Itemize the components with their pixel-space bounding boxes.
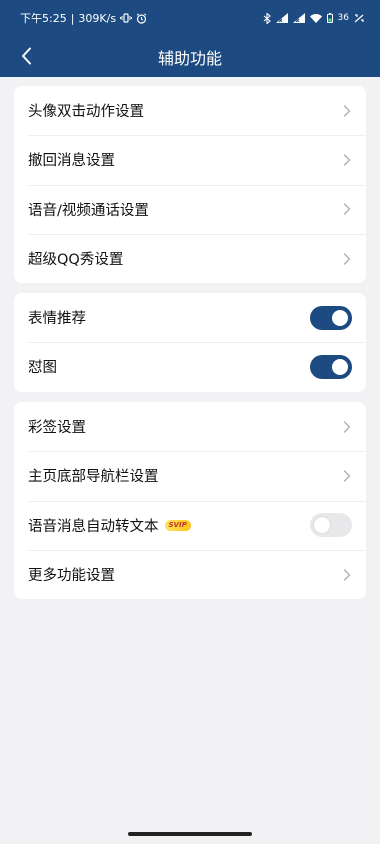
status-divider: | — [70, 11, 75, 25]
vibrate-icon — [120, 13, 133, 23]
avatar-double-tap-settings-row[interactable]: 头像双击动作设置 — [14, 86, 366, 135]
emoji-recommend-toggle[interactable] — [310, 305, 352, 330]
row-label: 主页底部导航栏设置 — [28, 469, 159, 486]
row-label: 头像双击动作设置 — [28, 104, 144, 121]
row-label: 语音消息自动转文本 — [28, 518, 159, 535]
status-time: 下午5:25 — [20, 12, 67, 25]
row-label: 更多功能设置 — [28, 568, 115, 585]
signal-icon-2 — [292, 13, 305, 23]
meme-reply-row: 怼图 — [14, 342, 366, 391]
row-label: 超级QQ秀设置 — [28, 252, 124, 269]
voice-to-text-toggle[interactable] — [310, 513, 352, 538]
battery-icon — [326, 13, 333, 23]
super-qq-show-settings-row[interactable]: 超级QQ秀设置 — [14, 233, 366, 283]
settings-card-general: 头像双击动作设置 撤回消息设置 语音/视频通话设置 超级QQ秀设置 — [14, 86, 366, 284]
voice-to-text-row: 语音消息自动转文本 SVIP — [14, 500, 366, 550]
navigation-bar: 辅助功能 — [0, 36, 380, 77]
page-title: 辅助功能 — [157, 48, 222, 68]
chevron-right-icon — [343, 420, 351, 433]
chevron-right-icon — [343, 568, 351, 581]
settings-card-more: 彩签设置 主页底部导航栏设置 语音消息自动转文本 SVIP 更多功能设置 — [14, 402, 366, 600]
more-features-settings-row[interactable]: 更多功能设置 — [14, 549, 366, 599]
back-arrow-icon — [21, 47, 31, 65]
bottom-nav-settings-row[interactable]: 主页底部导航栏设置 — [14, 451, 366, 500]
status-bar: 下午5:25 | 309K/s 36 — [0, 0, 380, 36]
row-label: 语音/视频通话设置 — [28, 202, 149, 219]
row-label-with-badge: 语音消息自动转文本 SVIP — [28, 515, 310, 536]
recall-message-settings-row[interactable]: 撤回消息设置 — [14, 135, 366, 184]
chevron-right-icon — [343, 470, 351, 482]
chevron-right-icon — [343, 104, 351, 117]
status-right: 36 — [263, 12, 364, 24]
toggle-knob — [332, 309, 348, 326]
chevron-right-icon — [343, 154, 351, 166]
hd-icon — [354, 13, 364, 22]
toggle-knob — [314, 517, 330, 534]
chevron-right-icon — [343, 252, 351, 265]
status-left: 下午5:25 | 309K/s — [20, 10, 147, 26]
signal-icon-1 — [275, 13, 288, 23]
svip-badge: SVIP — [164, 519, 191, 531]
row-label: 怼图 — [28, 360, 57, 377]
bluetooth-icon — [263, 12, 271, 24]
row-label: 表情推荐 — [28, 311, 86, 328]
color-tag-settings-row[interactable]: 彩签设置 — [14, 402, 366, 451]
voice-video-call-settings-row[interactable]: 语音/视频通话设置 — [14, 184, 366, 234]
alarm-icon — [136, 12, 147, 24]
row-label: 彩签设置 — [28, 420, 86, 437]
meme-reply-toggle[interactable] — [310, 354, 352, 379]
settings-card-toggles: 表情推荐 怼图 — [14, 293, 366, 392]
toggle-knob — [332, 358, 348, 375]
battery-percent: 36 — [337, 13, 349, 23]
emoji-recommend-row: 表情推荐 — [14, 293, 366, 342]
back-button[interactable] — [12, 42, 40, 70]
home-indicator[interactable] — [128, 832, 252, 836]
wifi-icon — [309, 14, 322, 23]
network-speed: 309K/s — [78, 11, 117, 25]
top-bar: 下午5:25 | 309K/s 36 辅助功能 — [0, 0, 380, 77]
chevron-right-icon — [343, 203, 351, 215]
row-label: 撤回消息设置 — [28, 153, 115, 170]
